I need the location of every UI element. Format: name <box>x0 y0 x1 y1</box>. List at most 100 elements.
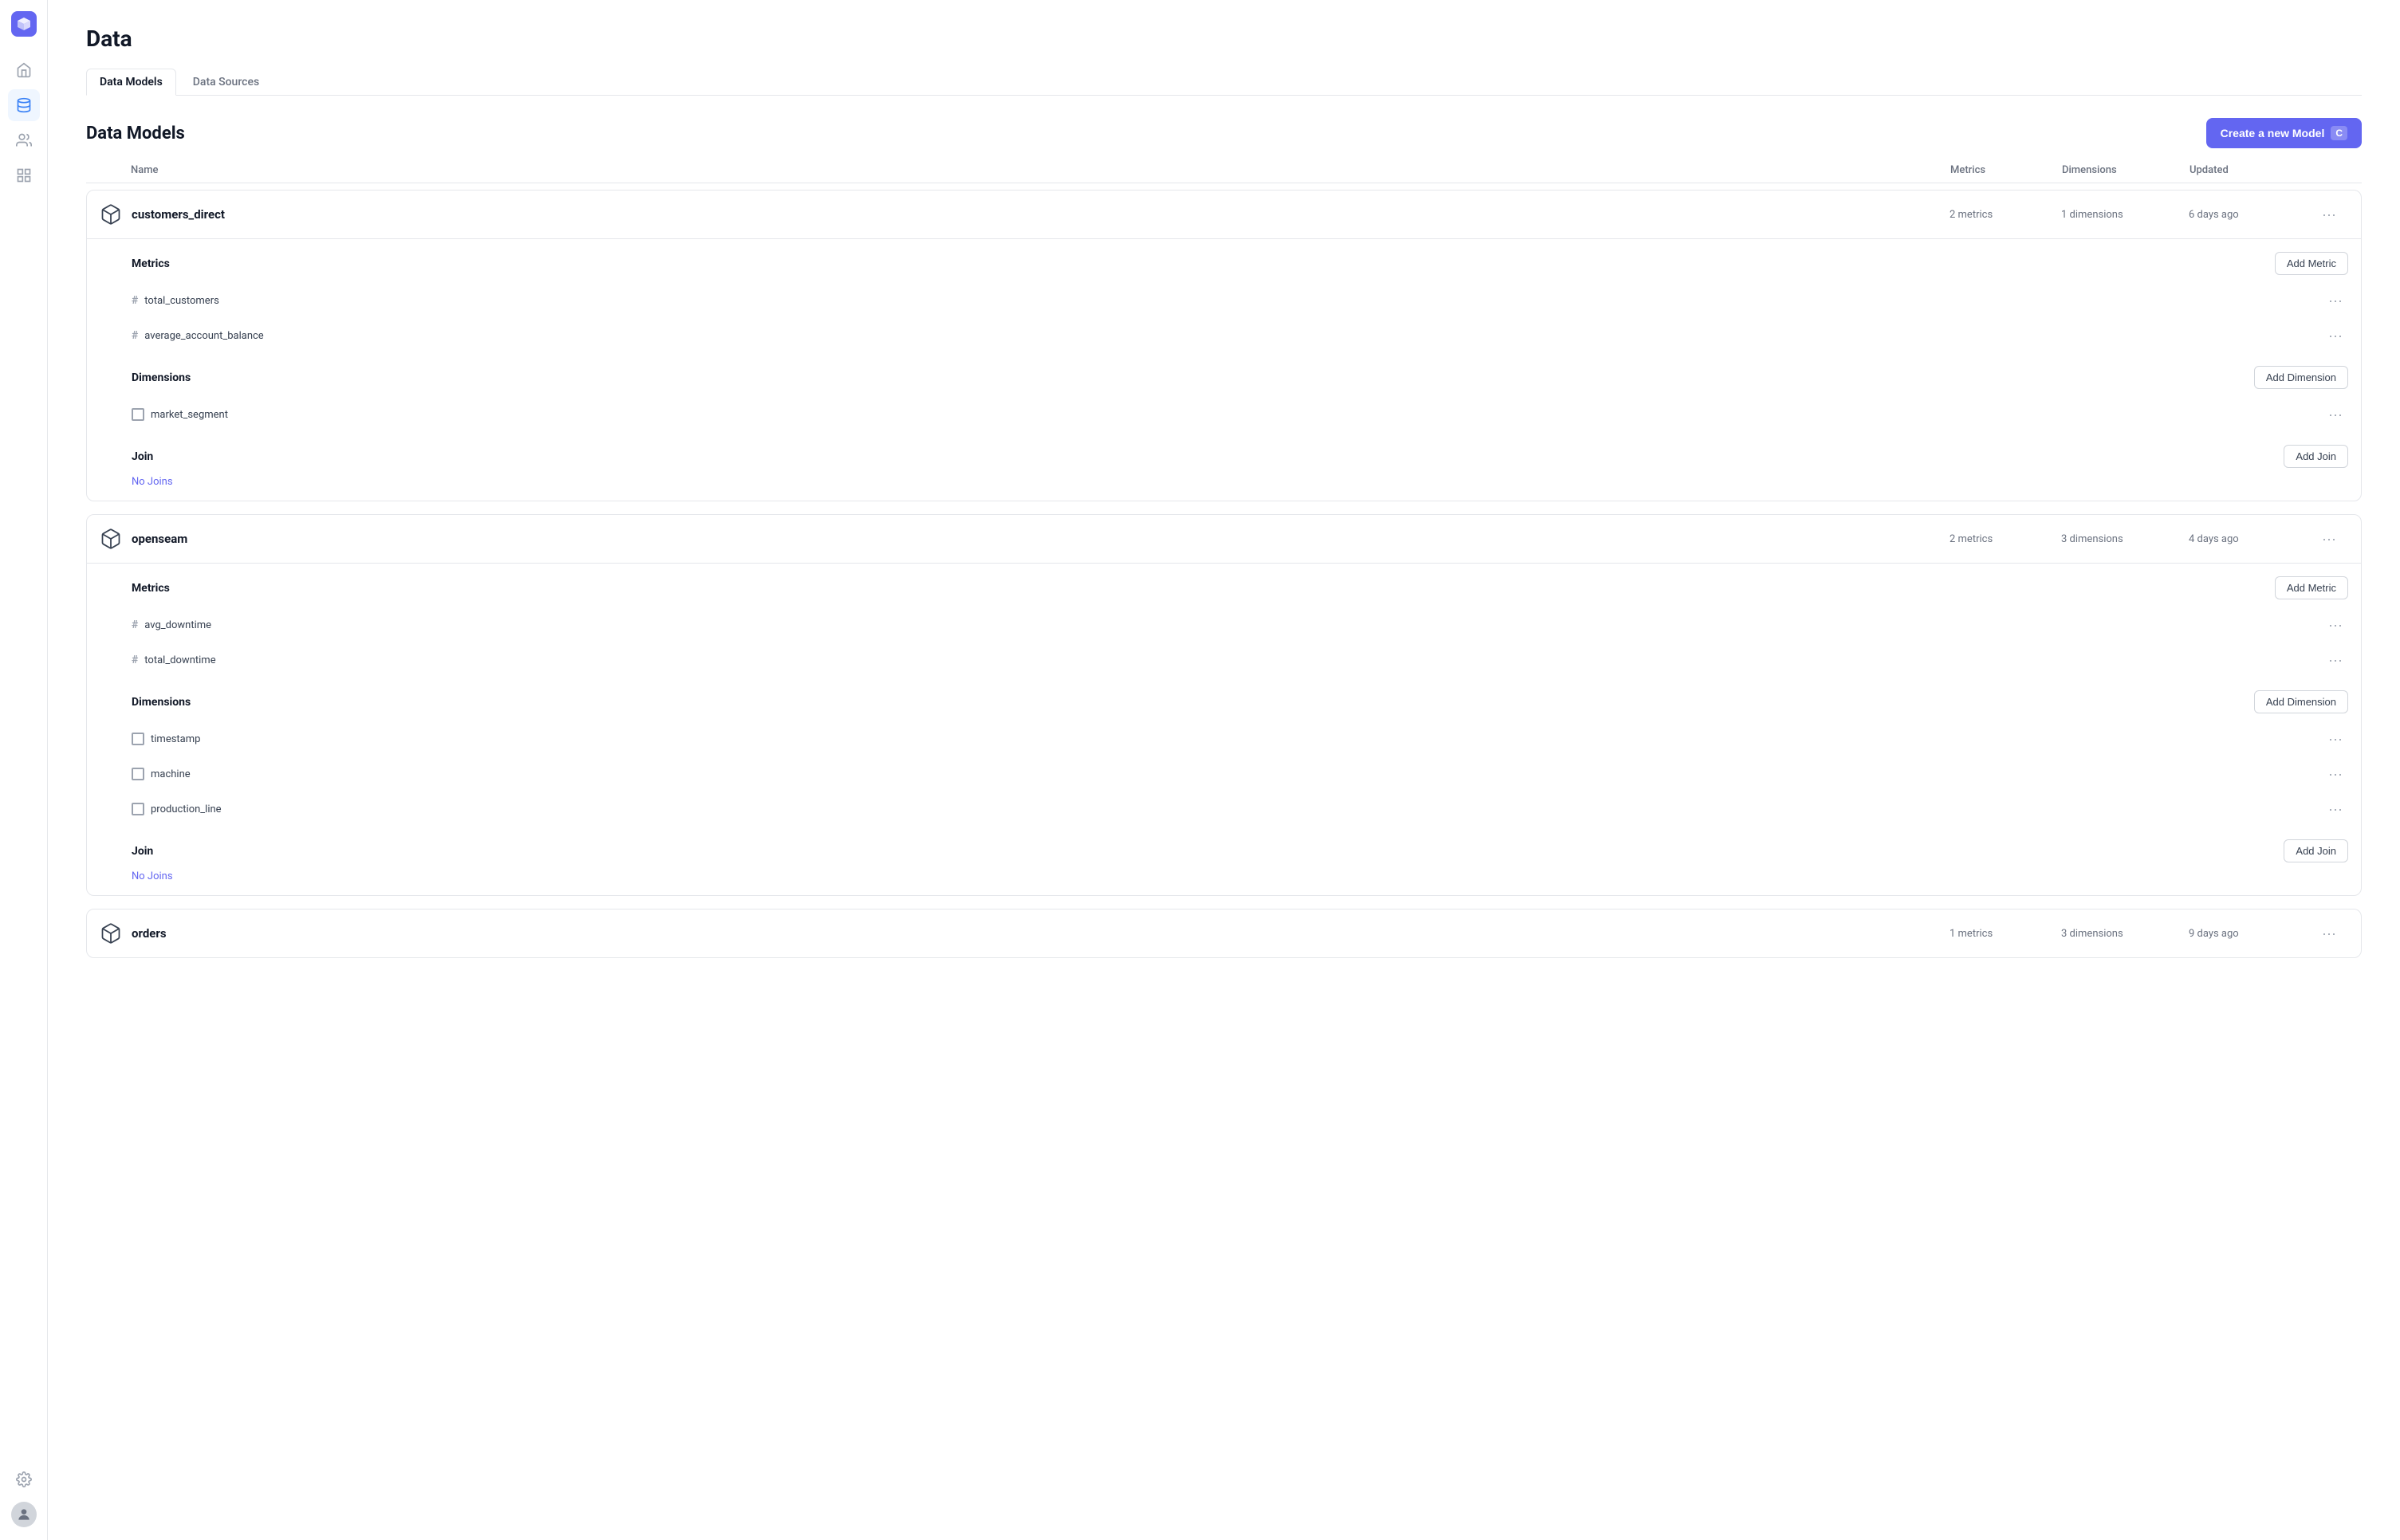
metric-more-button[interactable]: ··· <box>2323 612 2348 638</box>
metric-more-button[interactable]: ··· <box>2323 647 2348 673</box>
col-metrics: Metrics <box>1950 164 2062 176</box>
dimension-name: machine <box>151 768 191 780</box>
metric-name: average_account_balance <box>144 330 263 342</box>
model-more-button[interactable]: ··· <box>2316 526 2342 552</box>
metrics-title: Metrics <box>132 257 170 270</box>
add-join-button[interactable]: Add Join <box>2284 839 2348 862</box>
model-name-cell: customers_direct <box>100 203 1950 226</box>
model-updated: 6 days ago <box>2189 209 2316 221</box>
col-dimensions: Dimensions <box>2062 164 2190 176</box>
dimensions-title: Dimensions <box>132 371 191 384</box>
dimension-item-production-line: production_line ··· <box>132 792 2348 827</box>
dimension-icon <box>132 803 144 815</box>
user-avatar[interactable] <box>8 1499 40 1530</box>
dimension-icon <box>132 768 144 780</box>
sidebar-item-data[interactable] <box>8 89 40 121</box>
model-updated: 4 days ago <box>2189 533 2316 545</box>
dimension-item-timestamp: timestamp ··· <box>132 721 2348 756</box>
dimensions-header: Dimensions Add Dimension <box>132 366 2348 389</box>
col-actions <box>2317 164 2349 176</box>
no-joins: No Joins <box>132 476 2348 488</box>
metric-name: total_downtime <box>144 654 215 666</box>
app-logo <box>10 10 38 38</box>
dimension-icon <box>132 408 144 421</box>
join-header: Join Add Join <box>132 839 2348 862</box>
model-cube-icon <box>100 528 122 550</box>
metrics-section: Metrics Add Metric # avg_downtime ··· # … <box>132 576 2348 678</box>
dimension-more-button[interactable]: ··· <box>2323 761 2348 787</box>
col-updated: Updated <box>2190 164 2317 176</box>
sidebar-item-home[interactable] <box>8 54 40 86</box>
dimensions-section: Dimensions Add Dimension market_segment … <box>132 366 2348 432</box>
tab-data-models[interactable]: Data Models <box>86 69 176 96</box>
metrics-title: Metrics <box>132 582 170 595</box>
model-dimensions-count: 1 dimensions <box>2061 209 2189 221</box>
model-more-button[interactable]: ··· <box>2316 921 2342 946</box>
model-name: openseam <box>132 532 187 546</box>
add-metric-button[interactable]: Add Metric <box>2275 252 2348 275</box>
model-card-openseam: openseam 2 metrics 3 dimensions 4 days a… <box>86 514 2362 896</box>
model-row-customers-direct[interactable]: customers_direct 2 metrics 1 dimensions … <box>87 191 2361 238</box>
metric-item-total-customers: # total_customers ··· <box>132 283 2348 318</box>
metric-more-button[interactable]: ··· <box>2323 323 2348 348</box>
hash-icon: # <box>132 654 138 666</box>
model-cube-icon <box>100 203 122 226</box>
hash-icon: # <box>132 294 138 307</box>
add-dimension-button[interactable]: Add Dimension <box>2254 690 2348 713</box>
model-name-cell: openseam <box>100 528 1950 550</box>
dimension-more-button[interactable]: ··· <box>2323 402 2348 427</box>
col-name: Name <box>131 164 1950 176</box>
metric-item-average-balance: # average_account_balance ··· <box>132 318 2348 353</box>
no-joins: No Joins <box>132 870 2348 882</box>
metrics-header: Metrics Add Metric <box>132 576 2348 599</box>
dimension-name: timestamp <box>151 733 200 745</box>
section-title: Data Models <box>86 124 185 143</box>
dimensions-section: Dimensions Add Dimension timestamp ··· m… <box>132 690 2348 827</box>
model-name-cell: orders <box>100 922 1950 945</box>
add-metric-button[interactable]: Add Metric <box>2275 576 2348 599</box>
dimension-name: market_segment <box>151 409 228 421</box>
sidebar-item-settings[interactable] <box>8 1463 40 1495</box>
hash-icon: # <box>132 619 138 631</box>
model-card-customers-direct: customers_direct 2 metrics 1 dimensions … <box>86 190 2362 501</box>
model-row-openseam[interactable]: openseam 2 metrics 3 dimensions 4 days a… <box>87 515 2361 563</box>
join-section: Join Add Join No Joins <box>132 445 2348 488</box>
metrics-header: Metrics Add Metric <box>132 252 2348 275</box>
section-header: Data Models Create a new Model C <box>86 118 2362 148</box>
model-metrics-count: 1 metrics <box>1950 928 2061 940</box>
add-dimension-button[interactable]: Add Dimension <box>2254 366 2348 389</box>
metrics-section: Metrics Add Metric # total_customers ···… <box>132 252 2348 353</box>
join-section: Join Add Join No Joins <box>132 839 2348 882</box>
expanded-content-openseam: Metrics Add Metric # avg_downtime ··· # … <box>87 563 2361 895</box>
metric-name: avg_downtime <box>144 619 211 631</box>
sidebar-item-grid[interactable] <box>8 159 40 191</box>
dimensions-title: Dimensions <box>132 696 191 709</box>
model-more-button[interactable]: ··· <box>2316 202 2342 227</box>
dimension-item-machine: machine ··· <box>132 756 2348 792</box>
tab-bar: Data Models Data Sources <box>86 68 2362 96</box>
join-title: Join <box>132 845 153 858</box>
metric-name: total_customers <box>144 295 219 307</box>
metric-more-button[interactable]: ··· <box>2323 288 2348 313</box>
dimension-more-button[interactable]: ··· <box>2323 796 2348 822</box>
create-model-label: Create a new Model <box>2221 127 2325 139</box>
model-row-orders[interactable]: orders 1 metrics 3 dimensions 9 days ago… <box>87 909 2361 957</box>
model-cube-icon <box>100 922 122 945</box>
tab-data-sources[interactable]: Data Sources <box>179 69 273 96</box>
sidebar-item-users[interactable] <box>8 124 40 156</box>
dimension-more-button[interactable]: ··· <box>2323 726 2348 752</box>
model-updated: 9 days ago <box>2189 928 2316 940</box>
dimension-item-market-segment: market_segment ··· <box>132 397 2348 432</box>
model-name: customers_direct <box>132 207 225 222</box>
dimension-name: production_line <box>151 803 222 815</box>
metric-item-total-downtime: # total_downtime ··· <box>132 642 2348 678</box>
add-join-button[interactable]: Add Join <box>2284 445 2348 468</box>
model-metrics-count: 2 metrics <box>1950 209 2061 221</box>
main-content: Data Data Models Data Sources Data Model… <box>48 0 2400 1540</box>
model-metrics-count: 2 metrics <box>1950 533 2061 545</box>
model-dimensions-count: 3 dimensions <box>2061 928 2189 940</box>
expanded-content-customers-direct: Metrics Add Metric # total_customers ···… <box>87 238 2361 501</box>
model-dimensions-count: 3 dimensions <box>2061 533 2189 545</box>
create-model-button[interactable]: Create a new Model C <box>2206 118 2362 148</box>
dimension-icon <box>132 733 144 745</box>
